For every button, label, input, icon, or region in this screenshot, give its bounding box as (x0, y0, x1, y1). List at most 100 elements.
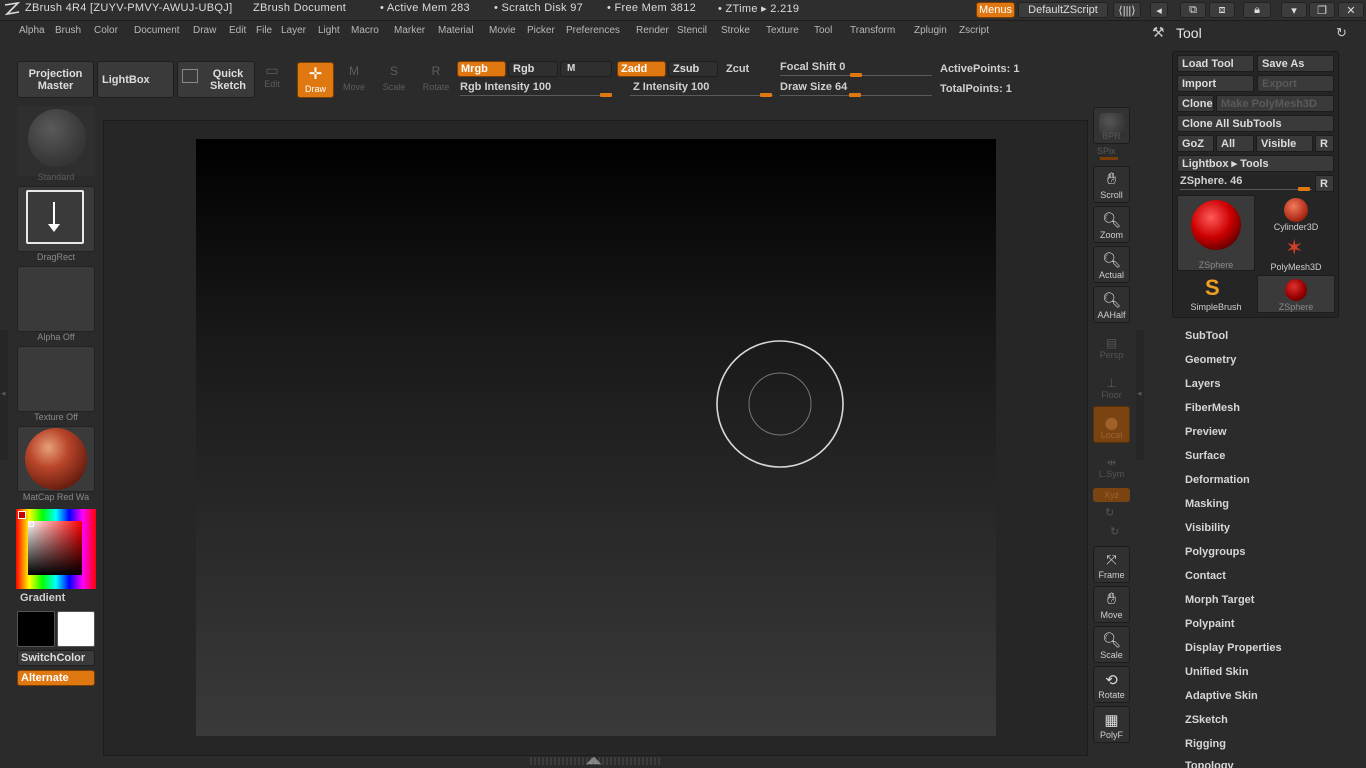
menu-brush[interactable]: Brush (55, 25, 81, 36)
actual-button[interactable]: 🔍︎ Actual (1093, 246, 1130, 283)
thumb-simplebrush[interactable]: S SimpleBrush (1177, 275, 1255, 313)
menu-preferences[interactable]: Preferences (566, 25, 620, 36)
collapse-arrows-icon[interactable]: ⟨|||⟩ (1113, 2, 1141, 18)
minimize-icon[interactable]: ▾ (1281, 2, 1307, 18)
rotate-y-icon[interactable]: ↻ (1105, 506, 1114, 519)
focal-shift-knob[interactable] (850, 73, 862, 77)
section-geometry[interactable]: Geometry (1185, 354, 1236, 366)
rotate-z-icon[interactable]: ↻ (1110, 525, 1119, 538)
make-polymesh-button[interactable]: Make PolyMesh3D (1216, 95, 1334, 112)
menu-document[interactable]: Document (134, 25, 180, 36)
section-morph-target[interactable]: Morph Target (1185, 594, 1254, 606)
scroll-left-icon[interactable]: ◂ (1150, 2, 1168, 18)
menu-material[interactable]: Material (438, 25, 474, 36)
section-visibility[interactable]: Visibility (1185, 522, 1230, 534)
default-zscript-button[interactable]: DefaultZScript (1018, 2, 1108, 18)
menu-zplugin[interactable]: Zplugin (914, 25, 947, 36)
rotate-view-button[interactable]: ⟲ Rotate (1093, 666, 1130, 703)
section-subtool[interactable]: SubTool (1185, 330, 1228, 342)
main-color-swatch[interactable] (57, 611, 95, 647)
color-sv-marker[interactable] (28, 521, 34, 527)
section-polypaint[interactable]: Polypaint (1185, 618, 1235, 630)
rgb-intensity-knob[interactable] (600, 93, 612, 97)
menu-stencil[interactable]: Stencil (677, 25, 707, 36)
bottom-tray-arrow-icon[interactable]: ◢◣ (586, 755, 601, 766)
section-rigging[interactable]: Rigging (1185, 738, 1226, 750)
menu-draw[interactable]: Draw (193, 25, 216, 36)
menu-movie[interactable]: Movie (489, 25, 516, 36)
z-intensity-slider[interactable] (630, 95, 773, 96)
thumb-zsphere-current[interactable]: ZSphere (1177, 195, 1255, 271)
section-deformation[interactable]: Deformation (1185, 474, 1250, 486)
section-adaptive-skin[interactable]: Adaptive Skin (1185, 690, 1258, 702)
section-surface[interactable]: Surface (1185, 450, 1225, 462)
move-button[interactable]: M Move (340, 64, 368, 98)
rgb-button[interactable]: Rgb (508, 61, 558, 77)
menu-render[interactable]: Render (636, 25, 669, 36)
menu-file[interactable]: File (256, 25, 272, 36)
menu-texture[interactable]: Texture (766, 25, 799, 36)
section-fibermesh[interactable]: FiberMesh (1185, 402, 1240, 414)
brush-slot[interactable] (17, 106, 95, 176)
local-button[interactable]: ⬤ Local (1093, 406, 1130, 443)
edit-button[interactable]: ▭ Edit (260, 62, 284, 96)
canvas[interactable] (196, 139, 996, 736)
menu-picker[interactable]: Picker (527, 25, 555, 36)
draw-button[interactable]: ✛ Draw (297, 62, 334, 98)
menu-transform[interactable]: Transform (850, 25, 895, 36)
zsub-button[interactable]: Zsub (668, 61, 718, 77)
section-contact[interactable]: Contact (1185, 570, 1226, 582)
menu-zscript[interactable]: Zscript (959, 25, 989, 36)
section-unified-skin[interactable]: Unified Skin (1185, 666, 1249, 678)
export-button[interactable]: Export (1257, 75, 1334, 92)
floor-button[interactable]: ⊥ Floor (1093, 366, 1130, 403)
zsphere-r-button[interactable]: R (1315, 175, 1334, 192)
clone-button[interactable]: Clone (1177, 95, 1214, 112)
clone-all-subtools-button[interactable]: Clone All SubTools (1177, 115, 1334, 132)
layout-alt-icon[interactable]: ⧈ (1209, 2, 1235, 18)
thumb-cylinder3d[interactable]: Cylinder3D (1257, 195, 1335, 233)
color-picker[interactable] (16, 509, 96, 589)
color-saturation-square[interactable] (28, 521, 82, 575)
section-display-properties[interactable]: Display Properties (1185, 642, 1282, 654)
zadd-button[interactable]: Zadd (617, 61, 666, 77)
goz-button[interactable]: GoZ (1177, 135, 1214, 152)
menu-alpha[interactable]: Alpha (19, 25, 45, 36)
right-tray-arrow-icon[interactable]: ◂ (1137, 388, 1142, 399)
scale-view-button[interactable]: 🔍︎ Scale (1093, 626, 1130, 663)
section-layers[interactable]: Layers (1185, 378, 1220, 390)
refresh-icon[interactable]: ↻ (1336, 25, 1347, 41)
rotate-button[interactable]: R Rotate (420, 64, 452, 98)
alternate-button[interactable]: Alternate (17, 670, 95, 686)
aahalf-button[interactable]: 🔍︎ AAHalf (1093, 286, 1130, 323)
draw-size-knob[interactable] (849, 93, 861, 97)
frame-button[interactable]: ⤧ Frame (1093, 546, 1130, 583)
menu-marker[interactable]: Marker (394, 25, 425, 36)
tool-palette-title[interactable]: Tool (1176, 25, 1202, 41)
import-button[interactable]: Import (1177, 75, 1254, 92)
color-hue-marker[interactable] (18, 511, 26, 519)
scroll-button[interactable]: ✋︎ Scroll (1093, 166, 1130, 203)
load-tool-button[interactable]: Load Tool (1177, 55, 1254, 72)
menu-tool[interactable]: Tool (814, 25, 832, 36)
lsym-button[interactable]: ⇹ L.Sym (1093, 446, 1130, 482)
spix-slider[interactable] (1100, 157, 1118, 160)
z-intensity-knob[interactable] (760, 93, 772, 97)
menu-light[interactable]: Light (318, 25, 340, 36)
lock-icon[interactable]: 🔒︎ (1243, 2, 1271, 18)
section-preview[interactable]: Preview (1185, 426, 1227, 438)
menu-stroke[interactable]: Stroke (721, 25, 750, 36)
zsphere-slider[interactable] (1180, 189, 1312, 190)
thumb-polymesh3d[interactable]: ✶ PolyMesh3D (1257, 235, 1335, 273)
section-masking[interactable]: Masking (1185, 498, 1229, 510)
alpha-slot[interactable] (17, 266, 95, 332)
zoom-button[interactable]: 🔍︎ Zoom (1093, 206, 1130, 243)
section-topology[interactable]: Topology (1185, 760, 1234, 768)
left-tray-arrow-icon[interactable]: ◂ (1, 388, 6, 399)
goz-r-button[interactable]: R (1315, 135, 1334, 152)
material-slot[interactable] (17, 426, 95, 492)
move-view-button[interactable]: ✋︎ Move (1093, 586, 1130, 623)
switch-color-button[interactable]: SwitchColor (17, 650, 95, 666)
persp-button[interactable]: ▤ Persp (1093, 326, 1130, 363)
xyz-button[interactable]: Xyz (1093, 488, 1130, 502)
